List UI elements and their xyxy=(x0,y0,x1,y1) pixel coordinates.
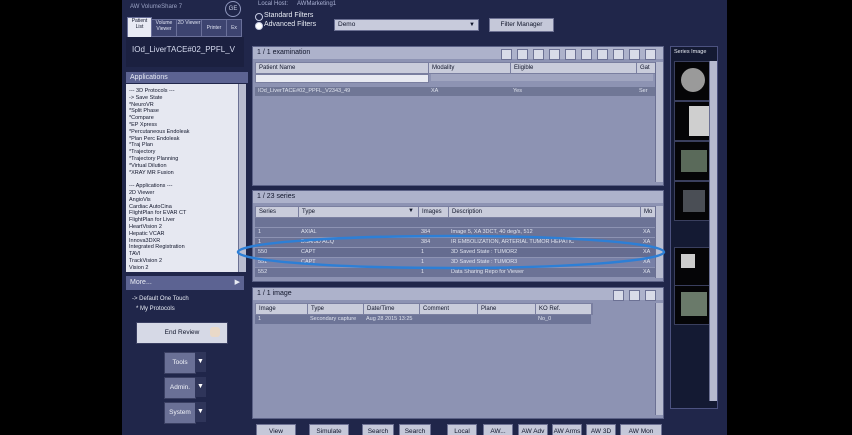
highlight-ellipse xyxy=(236,234,666,270)
annotation-overlay xyxy=(236,234,666,270)
